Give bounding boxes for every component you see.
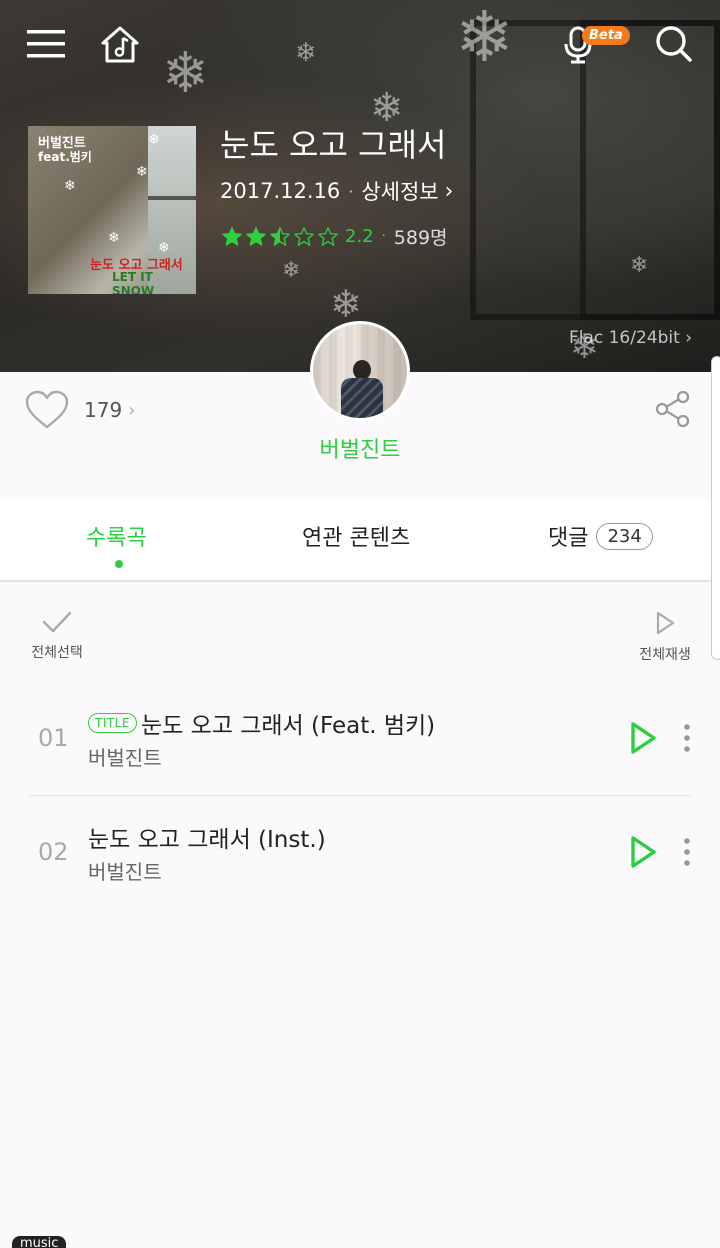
voice-search-button[interactable]: Beta bbox=[558, 22, 630, 66]
track-number: 02 bbox=[38, 838, 69, 866]
track-artist: 버벌진트 bbox=[88, 860, 162, 884]
heart-icon bbox=[25, 390, 69, 429]
track-play-button[interactable] bbox=[628, 720, 658, 756]
tab-comments-label: 댓글 bbox=[548, 526, 589, 551]
avatar-person-head bbox=[353, 360, 371, 380]
track-more-button[interactable] bbox=[678, 722, 696, 754]
tab-related-label: 연관 콘텐츠 bbox=[302, 526, 411, 551]
menu-button[interactable] bbox=[24, 22, 68, 66]
select-all-label: 전체선택 bbox=[31, 645, 83, 661]
hamburger-menu-icon bbox=[27, 30, 65, 58]
track-play-button[interactable] bbox=[628, 834, 658, 870]
track-title-line: 눈도 오고 그래서 (Inst.) bbox=[88, 820, 326, 854]
cover-snowflake: ❄ bbox=[64, 178, 76, 194]
album-meta: 2017.12.16 · 상세정보 › bbox=[220, 176, 453, 206]
home-music-icon bbox=[101, 26, 139, 63]
artist-avatar[interactable] bbox=[310, 321, 410, 421]
track-title-line: TITLE 눈도 오고 그래서 (Feat. 범키) bbox=[88, 706, 435, 740]
snowflake-decoration: ❄ bbox=[630, 253, 649, 278]
track-title: 눈도 오고 그래서 (Inst.) bbox=[88, 827, 326, 853]
track-artist: 버벌진트 bbox=[88, 746, 162, 770]
detail-info-link[interactable]: 상세정보 bbox=[361, 176, 438, 206]
track-more-button[interactable] bbox=[678, 836, 696, 868]
bottom-app-tag: music bbox=[12, 1236, 67, 1248]
comment-count-badge: 234 bbox=[596, 522, 653, 550]
track-row[interactable]: 01 TITLE 눈도 오고 그래서 (Feat. 범키) 버벌진트 bbox=[28, 684, 692, 796]
rating-value: 2.2 bbox=[345, 226, 374, 247]
rating-separator: · bbox=[381, 229, 386, 244]
play-outline-icon bbox=[656, 611, 675, 635]
play-icon bbox=[631, 722, 656, 754]
like-count: 179 bbox=[84, 398, 123, 422]
more-vertical-icon bbox=[684, 724, 690, 752]
snowflake-decoration: ❄ bbox=[282, 258, 301, 283]
tab-comments[interactable]: 댓글 234 bbox=[548, 520, 653, 552]
share-button[interactable] bbox=[654, 390, 692, 428]
snowflake-decoration: ❄ bbox=[295, 38, 317, 68]
home-button[interactable] bbox=[98, 22, 142, 66]
active-tab-indicator bbox=[115, 560, 123, 568]
snowflake-decoration: ❄ bbox=[455, 0, 514, 78]
avatar-person-body bbox=[341, 378, 383, 418]
release-date: 2017.12.16 bbox=[220, 179, 341, 203]
snowflake-decoration: ❄ bbox=[330, 282, 362, 326]
star-empty-icon bbox=[294, 226, 314, 246]
like-button[interactable]: 179 › bbox=[24, 390, 135, 430]
track-row[interactable]: 02 눈도 오고 그래서 (Inst.) 버벌진트 bbox=[28, 798, 692, 910]
star-full-icon bbox=[222, 226, 242, 246]
rating-stars bbox=[221, 226, 339, 248]
star-empty-icon bbox=[318, 226, 338, 246]
more-vertical-icon bbox=[684, 838, 690, 866]
track-number: 01 bbox=[38, 724, 69, 752]
search-icon bbox=[656, 26, 692, 62]
search-button[interactable] bbox=[652, 22, 696, 66]
share-icon bbox=[655, 390, 690, 428]
cover-text-feat: feat.범키 bbox=[38, 150, 92, 164]
album-hero: ❄ ❄ ❄ ❄ ❄ ❄ ❄ ❄ Beta 버벌진트 feat.범키 눈도 오고 … bbox=[0, 0, 720, 372]
beta-badge: Beta bbox=[582, 26, 630, 45]
chevron-right-icon: › bbox=[128, 399, 136, 421]
checkmark-icon bbox=[42, 611, 72, 633]
rating-row[interactable]: 2.2 · 589명 bbox=[221, 223, 448, 250]
play-all-button[interactable]: 전체재생 bbox=[632, 610, 698, 664]
chevron-right-icon: › bbox=[685, 328, 692, 348]
track-title: 눈도 오고 그래서 (Feat. 범키) bbox=[140, 713, 436, 739]
play-all-label: 전체재생 bbox=[639, 647, 691, 663]
play-icon bbox=[631, 836, 656, 868]
title-track-badge: TITLE bbox=[88, 713, 137, 733]
audio-quality-label: Flac 16/24bit bbox=[568, 328, 680, 348]
cover-snowflake: ❄ bbox=[158, 240, 170, 256]
artist-name[interactable]: 버벌진트 bbox=[0, 432, 720, 464]
tab-related-content[interactable]: 연관 콘텐츠 bbox=[302, 520, 410, 552]
meta-separator: · bbox=[348, 181, 354, 201]
rating-count: 589명 bbox=[393, 227, 448, 249]
content-tabs: 수록곡 연관 콘텐츠 댓글 234 bbox=[0, 500, 720, 582]
star-full-icon bbox=[246, 226, 266, 246]
cover-snowflake: ❄ bbox=[136, 164, 148, 180]
select-all-button[interactable]: 전체선택 bbox=[24, 610, 90, 662]
album-title: 눈도 오고 그래서 bbox=[220, 126, 447, 164]
star-half-icon bbox=[270, 226, 290, 246]
cover-text-subtitle: LET IT SNOW bbox=[112, 270, 155, 294]
audio-quality-link[interactable]: Flac 16/24bit › bbox=[569, 328, 692, 348]
track-list-area: 전체선택 전체재생 01 TITLE 눈도 오고 그래서 (Feat. 범키) … bbox=[0, 584, 720, 1248]
chevron-right-icon: › bbox=[444, 178, 454, 204]
cover-snowflake: ❄ bbox=[148, 132, 160, 148]
edge-panel-handle[interactable] bbox=[711, 356, 720, 660]
tab-tracks-label: 수록곡 bbox=[86, 526, 147, 551]
snowflake-decoration: ❄ bbox=[162, 41, 209, 106]
album-cover[interactable]: 버벌진트 feat.범키 눈도 오고 그래서 LET IT SNOW ❄ ❄ ❄… bbox=[28, 126, 196, 294]
cover-snowflake: ❄ bbox=[108, 230, 120, 246]
tab-tracks[interactable]: 수록곡 bbox=[86, 520, 147, 552]
cover-art-window-bar bbox=[148, 196, 196, 200]
